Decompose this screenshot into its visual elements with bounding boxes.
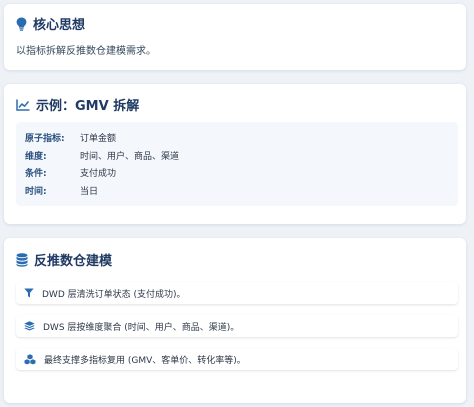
example-title: 示例：GMV 拆解 — [36, 99, 140, 114]
database-icon — [16, 252, 28, 267]
kv-key: 维度: — [25, 151, 47, 162]
step-text: DWS 层按维度聚合 (时间、用户、商品、渠道)。 — [43, 322, 240, 333]
step-dwd-clean: DWD 层清洗订单状态 (支付成功)。 — [16, 282, 458, 304]
kv-row-time: 时间: 当日 — [25, 182, 458, 200]
kv-key: 条件: — [25, 169, 47, 180]
core-idea-title: 核心思想 — [33, 18, 86, 33]
example-header: 示例：GMV 拆解 — [16, 95, 139, 114]
reverse-modeling-card: 反推数仓建模 DWD 层清洗订单状态 (支付成功)。 DWS 层按维度聚合 (时… — [4, 238, 466, 403]
kv-value: 当日 — [80, 186, 99, 197]
step-text: DWD 层清洗订单状态 (支付成功)。 — [42, 289, 186, 300]
step-metric-reuse: 最终支撑多指标复用 (GMV、客单价、转化率等)。 — [16, 348, 458, 370]
step-dws-aggregate: DWS 层按维度聚合 (时间、用户、商品、渠道)。 — [16, 315, 458, 337]
core-idea-card: 核心思想 以指标拆解反推数仓建模需求。 — [4, 4, 466, 70]
layers-icon — [24, 321, 35, 331]
kv-row-atomic-metric: 原子指标: 订单金额 — [25, 129, 458, 147]
metric-definition-box: 原子指标: 订单金额 维度: 时间、用户、商品、渠道 条件: 支付成功 时间: … — [16, 122, 458, 206]
core-idea-header: 核心思想 — [16, 14, 85, 33]
kv-value: 时间、用户、商品、渠道 — [80, 151, 180, 162]
kv-value: 支付成功 — [80, 169, 117, 180]
kv-row-dimension: 维度: 时间、用户、商品、渠道 — [25, 147, 458, 165]
filter-icon — [24, 288, 34, 298]
kv-key: 原子指标: — [25, 134, 65, 145]
lightbulb-icon — [16, 17, 27, 31]
example-card: 示例：GMV 拆解 原子指标: 订单金额 维度: 时间、用户、商品、渠道 条件:… — [4, 84, 466, 224]
step-text: 最终支撑多指标复用 (GMV、客单价、转化率等)。 — [44, 355, 246, 366]
line-chart-icon — [16, 99, 30, 111]
kv-row-condition: 条件: 支付成功 — [25, 164, 458, 182]
reverse-modeling-title: 反推数仓建模 — [34, 254, 113, 269]
core-idea-text: 以指标拆解反推数仓建模需求。 — [16, 46, 156, 57]
kv-key: 时间: — [25, 186, 47, 197]
kv-value: 订单金额 — [80, 134, 117, 145]
cubes-icon — [24, 353, 36, 365]
reverse-modeling-header: 反推数仓建模 — [16, 250, 112, 269]
